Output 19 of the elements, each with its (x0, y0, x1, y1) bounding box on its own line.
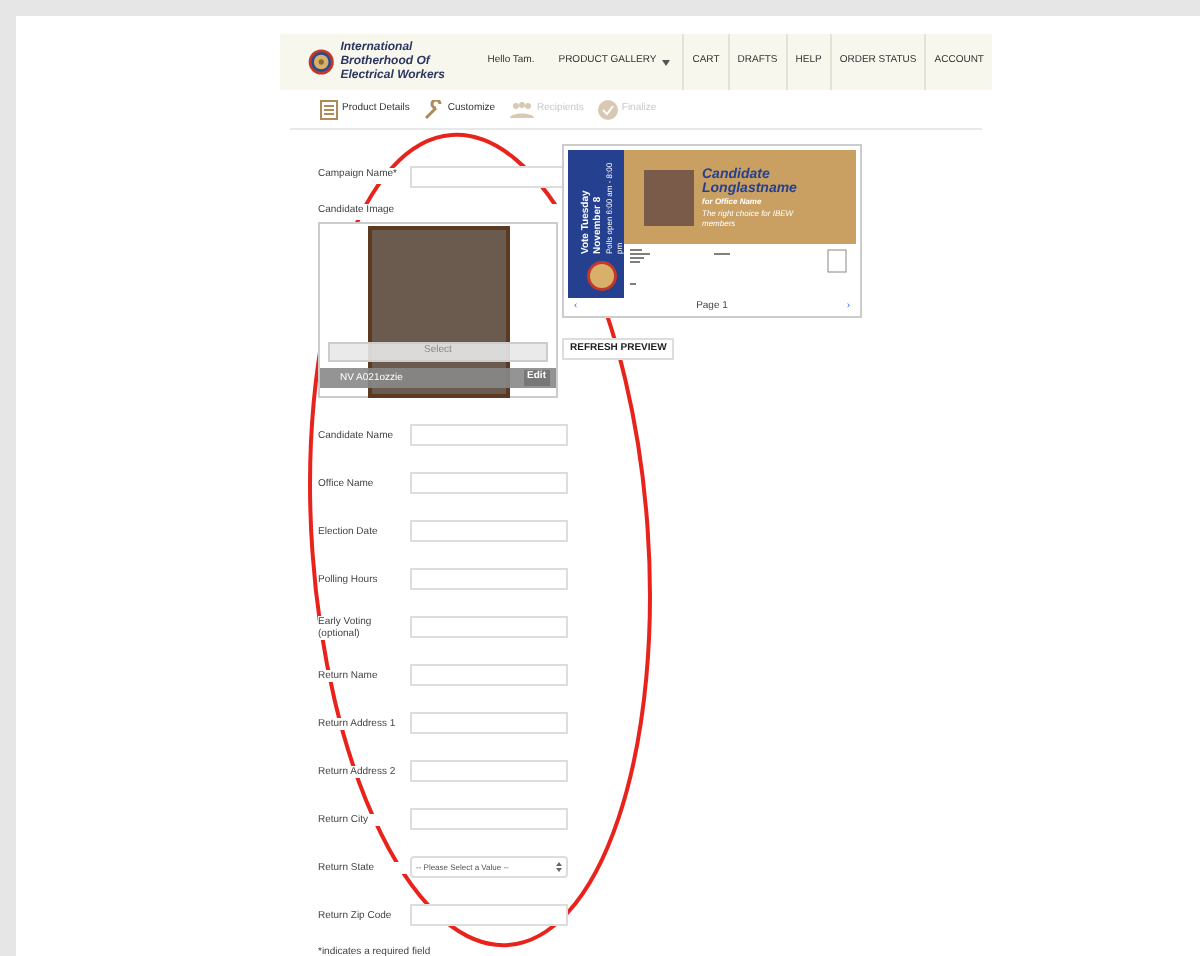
text-field[interactable] (410, 568, 568, 590)
wrench-icon (423, 99, 444, 119)
check-circle-icon (597, 99, 618, 119)
document-icon (320, 99, 338, 119)
photo-placeholder (644, 169, 694, 225)
text-field[interactable] (410, 712, 568, 734)
text-field[interactable] (410, 904, 568, 926)
text-field[interactable] (410, 520, 568, 542)
text-field[interactable] (410, 472, 568, 494)
text-field[interactable] (410, 664, 568, 686)
people-icon (509, 100, 534, 118)
text-field[interactable] (410, 424, 568, 446)
text-field[interactable] (410, 760, 568, 782)
text-field[interactable] (410, 808, 568, 830)
caret-icon (662, 59, 671, 65)
campaign-name-field[interactable] (410, 165, 568, 187)
updown-caret-icon (556, 862, 562, 872)
seal-icon (586, 260, 618, 292)
text-field[interactable] (410, 616, 568, 638)
